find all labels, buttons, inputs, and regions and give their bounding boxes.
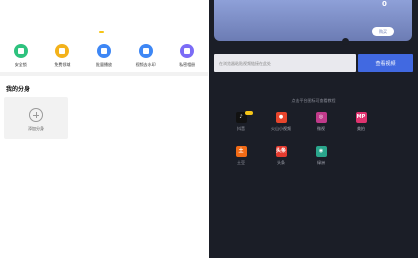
platform-label: 微视 (317, 126, 325, 131)
feature-label: 视频去水印 (135, 62, 156, 67)
new-badge (245, 111, 253, 115)
buy-button[interactable]: 购买 (372, 27, 394, 36)
feature-item[interactable]: 安全锁 (0, 44, 42, 68)
gift-icon (55, 44, 70, 58)
section-title: 我的分身 (6, 86, 31, 93)
platform-label: 头条 (277, 160, 285, 165)
tutorial-hint: 点击平台图标可查看教程 (291, 98, 336, 103)
platform-label: 绿洲 (317, 160, 325, 165)
meipai-icon: MP (355, 112, 367, 123)
feature-item[interactable]: 视频去水印 (125, 44, 167, 68)
platform-item[interactable]: ♪ 抖音 (221, 111, 261, 146)
feature-label: 免费领域 (54, 62, 71, 67)
platform-item[interactable]: ● 火山小视频 (261, 112, 301, 146)
platform-label: 土豆 (237, 160, 245, 165)
platform-item[interactable]: ◉ 绿洲 (301, 146, 341, 180)
link-input[interactable] (214, 54, 356, 72)
weishi-icon: ◎ (315, 112, 327, 123)
indicator-dot (99, 31, 104, 33)
add-clone-card[interactable]: 添加分身 (4, 97, 68, 139)
lock-icon (13, 44, 28, 58)
view-video-button[interactable]: 查看视频 (358, 54, 413, 72)
feature-row: 安全锁 免费领域 批量播放 视频去水印 私密相册 (0, 44, 208, 68)
feature-label: 私密相册 (179, 62, 196, 67)
platform-item[interactable]: 头条 头条 (261, 146, 301, 180)
feature-item[interactable]: 免费领域 (42, 44, 84, 68)
banner: 0 购买 (214, 0, 412, 41)
platform-item[interactable]: 土 土豆 (221, 146, 261, 180)
banner-value: 0 (382, 0, 387, 8)
lvzhou-icon: ◉ (315, 146, 327, 157)
feature-item[interactable]: 私密相册 (166, 44, 208, 68)
platform-label: 抖音 (237, 126, 245, 131)
feature-label: 批量播放 (95, 62, 112, 67)
toutiao-icon: 头条 (275, 146, 287, 157)
platform-item[interactable]: MP 美拍 (341, 112, 381, 146)
platform-label: 火山小视频 (271, 126, 291, 131)
batch-icon (96, 44, 111, 58)
platform-item[interactable]: ◎ 微视 (301, 112, 341, 146)
notch (342, 38, 349, 45)
tudou-icon: 土 (235, 146, 247, 157)
feature-item[interactable]: 批量播放 (83, 44, 125, 68)
feature-label: 安全锁 (14, 62, 27, 67)
right-panel: 0 购买 查看视频 点击平台图标可查看教程 ♪ 抖音● 火山小视频◎ 微视MP … (209, 0, 418, 258)
album-icon (180, 44, 195, 58)
platform-label: 美拍 (357, 126, 365, 131)
left-panel: 安全锁 免费领域 批量播放 视频去水印 私密相册 我的分身 添加分身 (0, 0, 208, 258)
divider (0, 72, 208, 76)
huoshan-icon: ● (275, 112, 287, 123)
platform-grid: ♪ 抖音 ● 火山小视频 ◎ 微视 MP 美拍土 土豆 头条 头条 ◉ 绿洲 (221, 111, 411, 180)
plus-circle-icon (29, 108, 43, 122)
add-clone-label: 添加分身 (28, 126, 44, 131)
watermark-icon (138, 44, 153, 58)
